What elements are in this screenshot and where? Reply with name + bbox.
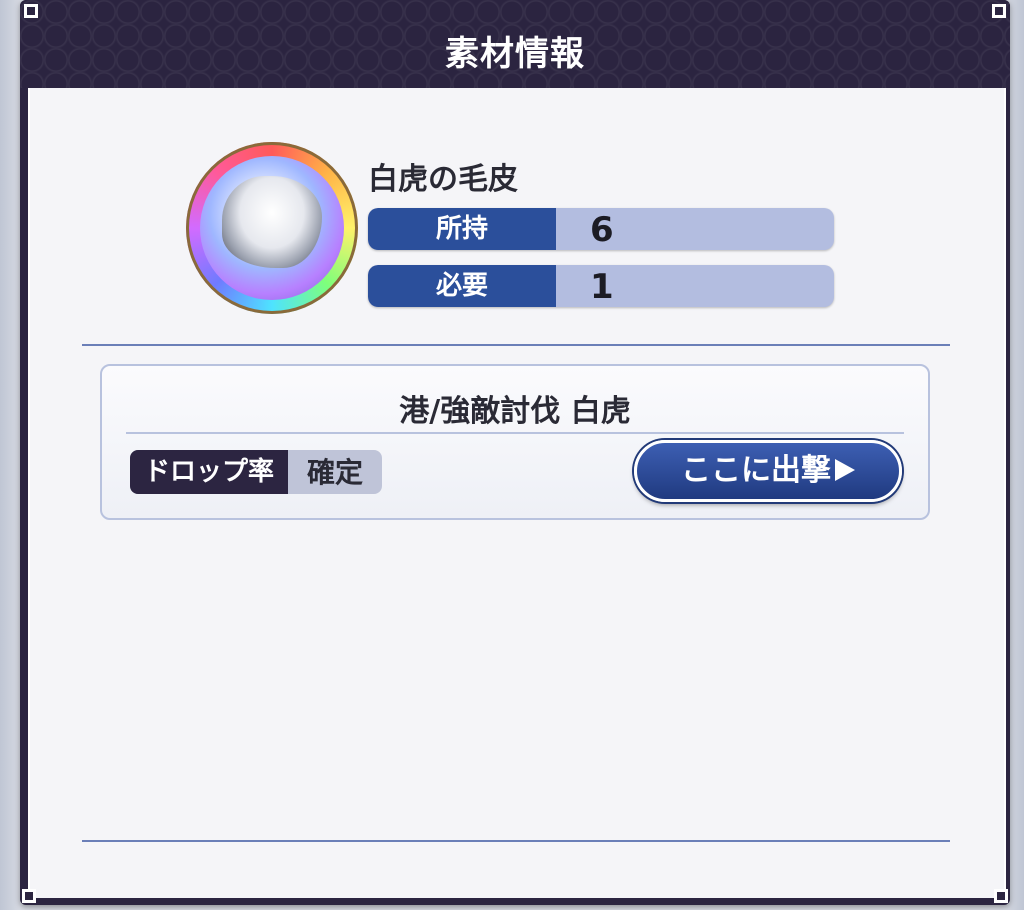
sortie-button[interactable]: ここに出撃 (634, 440, 902, 502)
stage-separator (126, 432, 904, 434)
corner-ornament (994, 889, 1008, 903)
drop-rate-value: 確定 (306, 456, 363, 489)
stage-title: 港/強敵討伐 白虎 (399, 394, 631, 429)
corner-ornament (22, 889, 36, 903)
item-name: 白虎の毛皮 (368, 162, 518, 197)
play-arrow-icon (835, 458, 855, 481)
item-icon-inner (200, 156, 344, 300)
divider (82, 840, 950, 842)
required-value: 1 (590, 267, 614, 307)
corner-ornament (24, 4, 38, 18)
white-fur-icon (186, 142, 358, 314)
required-count-row: 必要 1 (368, 265, 834, 307)
owned-count-row: 所持 6 (368, 208, 834, 250)
corner-ornament (992, 4, 1006, 18)
owned-label: 所持 (368, 208, 556, 250)
material-info-dialog: 素材情報 白虎の毛皮 所持 6 必要 1 港/強敵討伐 白虎 ドロップ率 確定 … (20, 0, 1010, 905)
drop-rate-badge: ドロップ率 確定 (130, 450, 382, 494)
stage-card: 港/強敵討伐 白虎 ドロップ率 確定 ここに出撃 (100, 364, 930, 520)
dialog-title: 素材情報 (445, 34, 585, 74)
sortie-button-label: ここに出撃 (681, 453, 831, 488)
divider (82, 344, 950, 346)
fur-graphic (222, 176, 322, 268)
dialog-body: 白虎の毛皮 所持 6 必要 1 港/強敵討伐 白虎 ドロップ率 確定 ここに出撃 (28, 88, 1006, 898)
dialog-header: 素材情報 (20, 0, 1010, 88)
owned-value: 6 (590, 210, 614, 250)
drop-rate-label: ドロップ率 (130, 450, 288, 494)
required-label: 必要 (368, 265, 556, 307)
screen: 素材情報 白虎の毛皮 所持 6 必要 1 港/強敵討伐 白虎 ドロップ率 確定 … (0, 0, 1024, 910)
